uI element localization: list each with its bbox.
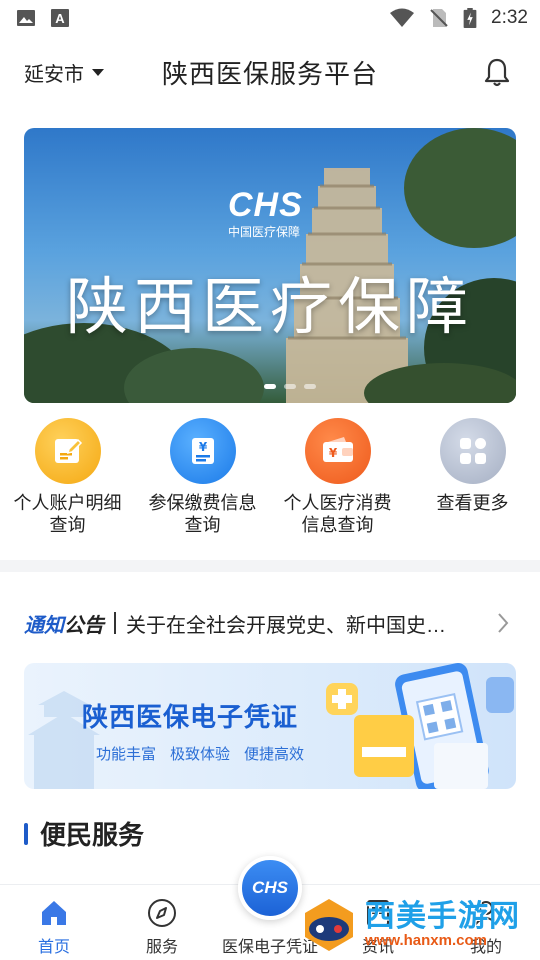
center-button-text: CHS: [252, 878, 288, 897]
section-divider: [0, 560, 540, 572]
carousel-dots: [264, 384, 316, 389]
nav-service[interactable]: 服务: [108, 885, 216, 960]
compass-icon: [148, 899, 176, 927]
promo-tag: 便捷高效: [244, 746, 305, 763]
banner-headline: 陕西医疗保障: [65, 270, 474, 343]
watermark: 西美手游网 www.hanxm.com: [299, 892, 534, 958]
wifi-icon: [390, 8, 415, 27]
edit-doc-icon: [34, 418, 101, 484]
quick-action-label: 个人医疗消费信息查询: [283, 493, 392, 535]
wallet-yen-icon: ¥: [304, 418, 371, 484]
notice-brand-part1: 通知: [24, 614, 64, 637]
section-header-convenience: 便民服务: [24, 815, 144, 852]
home-icon: [42, 901, 66, 925]
status-bar: A 2:32: [0, 0, 540, 36]
quick-action-label: 参保缴费信息查询: [148, 493, 257, 535]
section-accent-bar: [24, 822, 28, 845]
carousel-dot[interactable]: [304, 384, 316, 389]
page-title: 陕西医保服务平台: [161, 59, 378, 89]
notice-separator: [114, 612, 116, 634]
nav-home[interactable]: 首页: [0, 885, 108, 960]
header: 延安市 陕西医保服务平台: [0, 42, 540, 102]
promo-tag: 功能丰富: [96, 746, 157, 763]
svg-text:¥: ¥: [328, 446, 337, 460]
promo-card-e-voucher[interactable]: 陕西医保电子凭证 功能丰富 极致体验 便捷高效: [24, 663, 516, 789]
notice-text: 关于在全社会开展党史、新中国史…: [126, 614, 446, 637]
grid-more-icon: [439, 418, 506, 484]
promo-tag: 极致体验: [170, 746, 231, 763]
bell-icon[interactable]: [482, 56, 512, 88]
quick-action-label: 查看更多: [436, 493, 509, 513]
carousel-dot[interactable]: [284, 384, 296, 389]
svg-text:A: A: [55, 11, 65, 26]
notice-brand: 通知公告: [24, 609, 104, 638]
svg-text:¥: ¥: [198, 440, 207, 454]
promo-title: 陕西医保电子凭证: [82, 702, 299, 732]
quick-action-more[interactable]: 查看更多: [405, 418, 540, 548]
quick-action-label: 个人账户明细查询: [13, 493, 122, 535]
nav-label: 服务: [145, 939, 178, 956]
quick-actions: 个人账户明细查询 ¥ 参保缴费信息查询 ¥ 个人医疗消费信息查询 查看更多: [0, 418, 540, 548]
chs-logo-sub: 中国医疗保障: [228, 225, 301, 239]
watermark-url: www.hanxm.com: [365, 931, 487, 949]
watermark-text: 西美手游网: [365, 899, 520, 933]
banner-carousel[interactable]: CHS 中国医疗保障 陕西医疗保障: [24, 128, 516, 403]
e-voucher-center-button[interactable]: CHS: [238, 856, 302, 920]
no-sim-icon: [430, 9, 448, 27]
chs-logo-text: CHS: [228, 186, 303, 224]
quick-action-payment-info[interactable]: ¥ 参保缴费信息查询: [135, 418, 270, 548]
carousel-dot[interactable]: [264, 384, 276, 389]
notice-bar[interactable]: 通知公告 关于在全社会开展党史、新中国史…: [24, 605, 516, 641]
font-a-icon: A: [51, 9, 69, 27]
notice-brand-part2: 公告: [64, 614, 104, 637]
chs-logo: CHS 中国医疗保障: [228, 186, 303, 240]
section-title: 便民服务: [40, 820, 145, 850]
status-time: 2:32: [491, 7, 528, 28]
gamepad-icon: [305, 899, 353, 951]
battery-charging-icon: [463, 8, 477, 28]
promo-tags: 功能丰富 极致体验 便捷高效: [96, 743, 304, 764]
watermark-text-block: 西美手游网 www.hanxm.com: [365, 899, 520, 949]
quick-action-account-detail[interactable]: 个人账户明细查询: [0, 418, 135, 548]
quick-action-medical-spending[interactable]: ¥ 个人医疗消费信息查询: [270, 418, 405, 548]
chevron-right-icon[interactable]: [496, 611, 510, 635]
image-icon: [17, 10, 35, 26]
nav-label: 首页: [37, 939, 70, 956]
yen-doc-icon: ¥: [169, 418, 236, 484]
